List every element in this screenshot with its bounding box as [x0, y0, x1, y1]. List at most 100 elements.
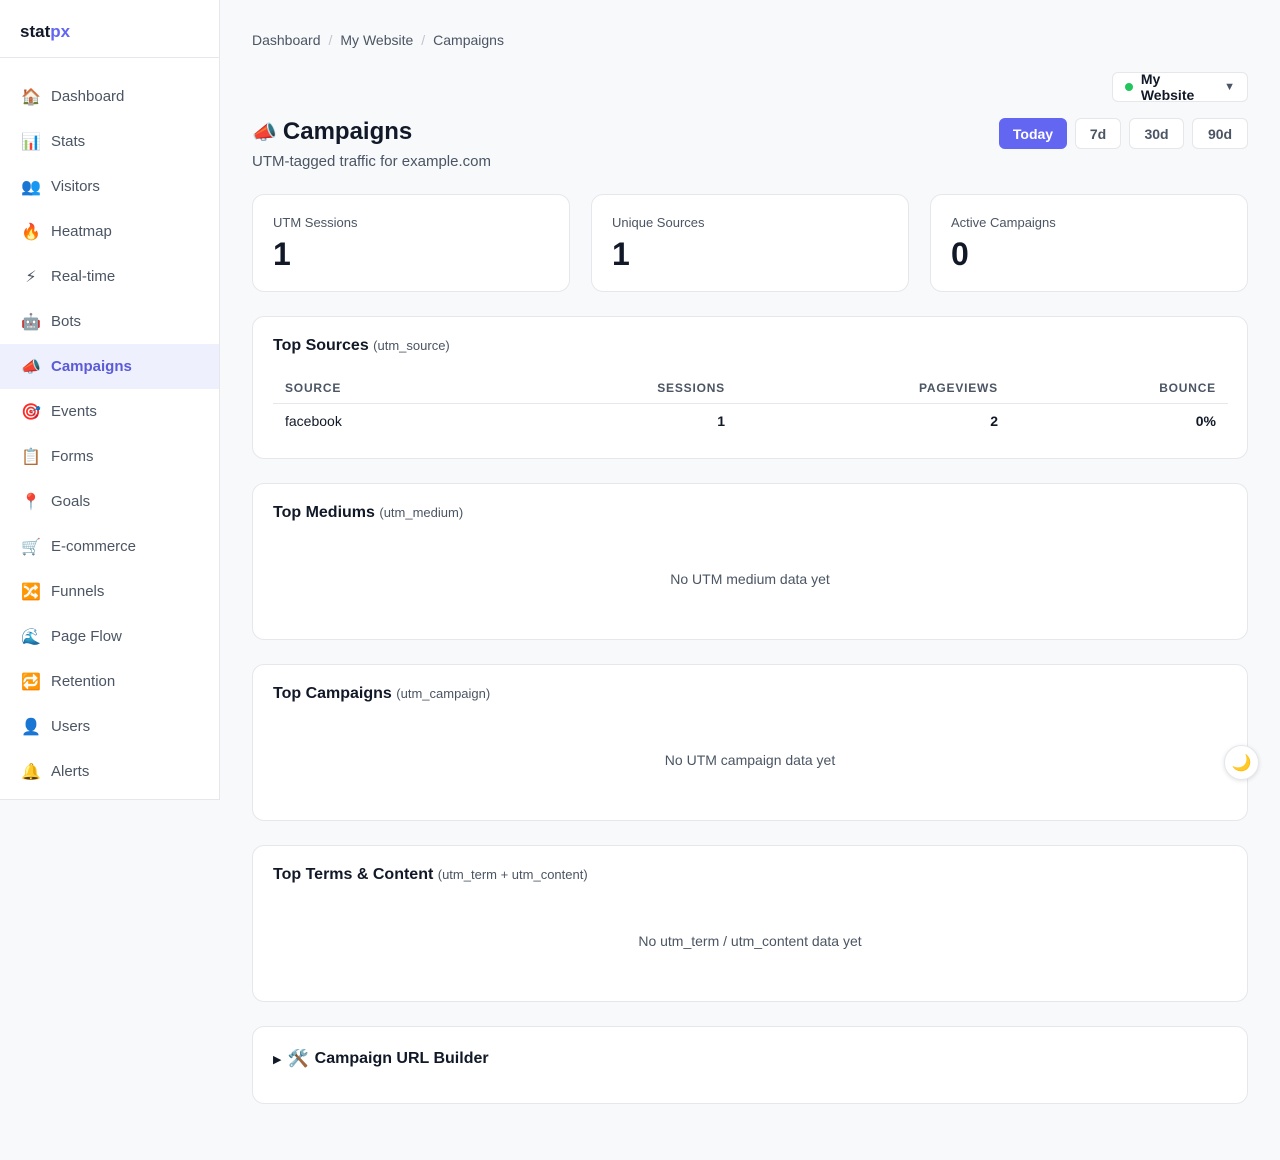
- website-selector-value: My Website: [1140, 71, 1195, 103]
- sidebar-item-page-flow[interactable]: 🌊 Page Flow: [0, 614, 219, 659]
- breadcrumb-dashboard[interactable]: Dashboard: [252, 32, 321, 48]
- repeat-icon: 🔁: [21, 672, 41, 691]
- card-title: Top Terms & Content (utm_term + utm_cont…: [273, 866, 588, 884]
- card-title-text: Top Mediums: [273, 504, 375, 521]
- sidebar-item-retention[interactable]: 🔁 Retention: [0, 659, 219, 704]
- column-header-sessions[interactable]: SESSIONS: [493, 373, 737, 404]
- card-title-tag: (utm_source): [373, 338, 450, 353]
- empty-state-message: No UTM campaign data yet: [664, 752, 836, 768]
- card-title: Top Mediums (utm_medium): [273, 504, 463, 522]
- page-title: 📣 Campaigns: [252, 118, 412, 146]
- clipboard-icon: 📋: [21, 447, 41, 466]
- column-header-bounce[interactable]: BOUNCE: [1010, 373, 1228, 404]
- stat-card-unique-sources: Unique Sources 1: [591, 194, 909, 292]
- sidebar-item-forms[interactable]: 📋 Forms: [0, 434, 219, 479]
- table-row: facebook 1 2 0%: [273, 403, 1228, 439]
- sidebar-item-bots[interactable]: 🤖 Bots: [0, 299, 219, 344]
- top-terms-content-card: Top Terms & Content (utm_term + utm_cont…: [252, 845, 1248, 1002]
- stat-value: 1: [612, 236, 630, 272]
- card-title: Top Campaigns (utm_campaign): [273, 685, 490, 703]
- sidebar-item-heatmap[interactable]: 🔥 Heatmap: [0, 209, 219, 254]
- stat-label: Active Campaigns: [951, 215, 1056, 230]
- campaign-url-builder-toggle[interactable]: ▶ 🛠️ Campaign URL Builder: [273, 1049, 489, 1069]
- card-title-text: Top Sources: [273, 337, 369, 354]
- people-icon: 👥: [21, 177, 41, 196]
- empty-state-message: No utm_term / utm_content data yet: [638, 933, 862, 949]
- stat-label: UTM Sessions: [273, 215, 358, 230]
- breadcrumb-current: Campaigns: [433, 32, 504, 48]
- cell-pageviews: 2: [990, 413, 998, 430]
- range-90d-button[interactable]: 90d: [1192, 118, 1248, 149]
- sidebar-item-label: Funnels: [51, 583, 105, 600]
- sidebar-item-label: Visitors: [51, 178, 100, 195]
- sidebar-item-label: E-commerce: [51, 538, 137, 555]
- sidebar-item-real-time[interactable]: ⚡ Real-time: [0, 254, 219, 299]
- column-header-source[interactable]: SOURCE: [273, 373, 493, 404]
- sidebar-item-dashboard[interactable]: 🏠 Dashboard: [0, 74, 219, 119]
- disclosure-triangle-icon: ▶: [273, 1053, 282, 1066]
- sources-table: SOURCE SESSIONS PAGEVIEWS BOUNCE faceboo…: [273, 373, 1228, 439]
- cell-source: facebook: [285, 413, 342, 430]
- sidebar-item-visitors[interactable]: 👥 Visitors: [0, 164, 219, 209]
- home-icon: 🏠: [21, 87, 41, 106]
- sidebar-item-events[interactable]: 🎯 Events: [0, 389, 219, 434]
- sidebar-item-label: Bots: [51, 313, 82, 330]
- online-status-dot: [1125, 83, 1133, 91]
- user-icon: 👤: [21, 717, 41, 736]
- megaphone-icon: 📣: [21, 357, 41, 376]
- breadcrumb: Dashboard / My Website / Campaigns: [252, 32, 504, 48]
- cell-sessions: 1: [717, 413, 725, 430]
- sidebar-item-funnels[interactable]: 🔀 Funnels: [0, 569, 219, 614]
- breadcrumb-website[interactable]: My Website: [340, 32, 413, 48]
- campaign-url-builder-card: ▶ 🛠️ Campaign URL Builder: [252, 1026, 1248, 1104]
- tools-icon: 🛠️: [287, 1049, 309, 1069]
- fire-icon: 🔥: [21, 222, 41, 241]
- stats-row: UTM Sessions 1 Unique Sources 1 Active C…: [252, 194, 1248, 292]
- sidebar-item-label: Events: [51, 403, 97, 420]
- sidebar-item-label: Goals: [51, 493, 91, 510]
- brand-name-part1: stat: [20, 22, 51, 41]
- breadcrumb-separator: /: [421, 32, 426, 48]
- top-mediums-card: Top Mediums (utm_medium) No UTM medium d…: [252, 483, 1248, 640]
- sidebar-item-label: Users: [51, 718, 91, 735]
- sidebar-item-label: Heatmap: [51, 223, 112, 240]
- chevron-down-icon: ▼: [1224, 81, 1235, 93]
- page-subtitle: UTM-tagged traffic for example.com: [252, 153, 491, 170]
- top-campaigns-card: Top Campaigns (utm_campaign) No UTM camp…: [252, 664, 1248, 821]
- card-title: Top Sources (utm_source): [273, 337, 450, 355]
- sidebar-item-label: Alerts: [51, 763, 90, 780]
- target-icon: 🎯: [21, 402, 41, 421]
- sidebar-item-goals[interactable]: 📍 Goals: [0, 479, 219, 524]
- sidebar-item-campaigns[interactable]: 📣 Campaigns: [0, 344, 219, 389]
- cell-bounce: 0%: [1195, 413, 1216, 430]
- sidebar-item-stats[interactable]: 📊 Stats: [0, 119, 219, 164]
- card-title-text: Top Campaigns: [273, 685, 392, 702]
- card-title-tag: (utm_campaign): [396, 686, 491, 701]
- bell-icon: 🔔: [21, 762, 41, 781]
- sidebar-item-users[interactable]: 👤 Users: [0, 704, 219, 749]
- campaign-url-builder-label: Campaign URL Builder: [314, 1050, 489, 1067]
- stat-value: 0: [951, 236, 969, 272]
- empty-state-message: No UTM medium data yet: [670, 571, 830, 587]
- sidebar-item-alerts[interactable]: 🔔 Alerts: [0, 749, 219, 794]
- brand-name-part2: px: [50, 22, 71, 41]
- date-range-selector: Today 7d 30d 90d: [999, 118, 1248, 149]
- sidebar-item-e-commerce[interactable]: 🛒 E-commerce: [0, 524, 219, 569]
- column-header-pageviews[interactable]: PAGEVIEWS: [737, 373, 1010, 404]
- range-7d-button[interactable]: 7d: [1075, 118, 1121, 149]
- card-title-tag: (utm_term + utm_content): [437, 867, 588, 882]
- sidebar: statpx 🏠 Dashboard 📊 Stats 👥 Visitors 🔥 Heat…: [0, 0, 220, 800]
- table-header-row: SOURCE SESSIONS PAGEVIEWS BOUNCE: [273, 373, 1228, 404]
- range-30d-button[interactable]: 30d: [1129, 118, 1184, 149]
- theme-toggle-button[interactable]: 🌙: [1224, 745, 1259, 780]
- breadcrumb-separator: /: [328, 32, 333, 48]
- stat-card-utm-sessions: UTM Sessions 1: [252, 194, 570, 292]
- sidebar-item-label: Campaigns: [51, 358, 132, 375]
- sidebar-item-label: Dashboard: [51, 88, 125, 105]
- brand-logo[interactable]: statpx: [0, 0, 219, 58]
- range-today-button[interactable]: Today: [999, 118, 1067, 149]
- cart-icon: 🛒: [21, 537, 41, 556]
- megaphone-icon: 📣: [252, 120, 277, 144]
- robot-icon: 🤖: [21, 312, 41, 331]
- website-selector[interactable]: My Website ▼: [1112, 71, 1248, 103]
